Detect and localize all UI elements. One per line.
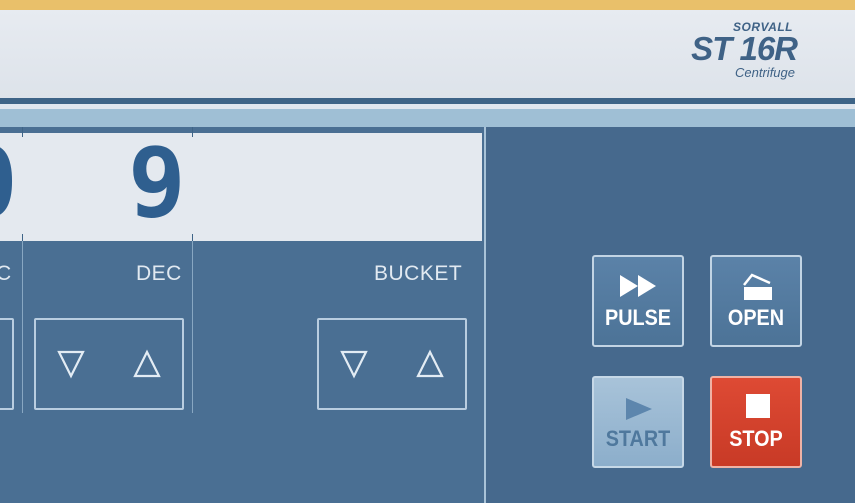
lid-open-icon (743, 273, 772, 300)
open-button[interactable]: OPEN (710, 255, 802, 347)
section-label-dec: DEC (136, 262, 182, 285)
section-divider (22, 241, 23, 413)
pulse-label: PULSE (604, 305, 672, 330)
triangle-up-icon[interactable] (132, 348, 162, 380)
lcd-divider-tick (192, 127, 193, 137)
brand-subtitle: Centrifuge (735, 65, 795, 80)
lcd-digit-dec: 9 (128, 127, 186, 239)
section-label-bucket: BUCKET (374, 262, 463, 285)
header-panel: SORVALL ST 16R Centrifuge (0, 10, 855, 98)
lcd-display: 0 9 (0, 133, 482, 241)
open-label: OPEN (727, 305, 785, 330)
dec-arrow-box (34, 318, 184, 410)
play-icon (626, 398, 652, 420)
stop-button[interactable]: STOP (710, 376, 802, 468)
brand-logo: SORVALL ST 16R Centrifuge (691, 20, 798, 80)
pulse-button[interactable]: PULSE (592, 255, 684, 347)
brand-model: ST 16R (691, 30, 798, 67)
stop-label: STOP (729, 426, 783, 451)
bucket-arrow-box (317, 318, 467, 410)
lcd-divider-tick (22, 127, 23, 137)
triangle-up-icon[interactable] (415, 348, 445, 380)
triangle-down-icon[interactable] (339, 348, 369, 380)
top-accent-strip (0, 0, 855, 10)
section-label-acc: C (0, 262, 12, 285)
stop-square-icon (746, 394, 770, 418)
section-divider (192, 241, 193, 413)
start-label: START (605, 426, 671, 451)
triangle-down-icon[interactable] (56, 348, 86, 380)
start-button[interactable]: START (592, 376, 684, 468)
fast-forward-icon (620, 275, 656, 297)
lcd-digit-left: 0 (0, 133, 18, 233)
divider-band (0, 109, 855, 127)
acc-arrow-box[interactable] (0, 318, 14, 410)
